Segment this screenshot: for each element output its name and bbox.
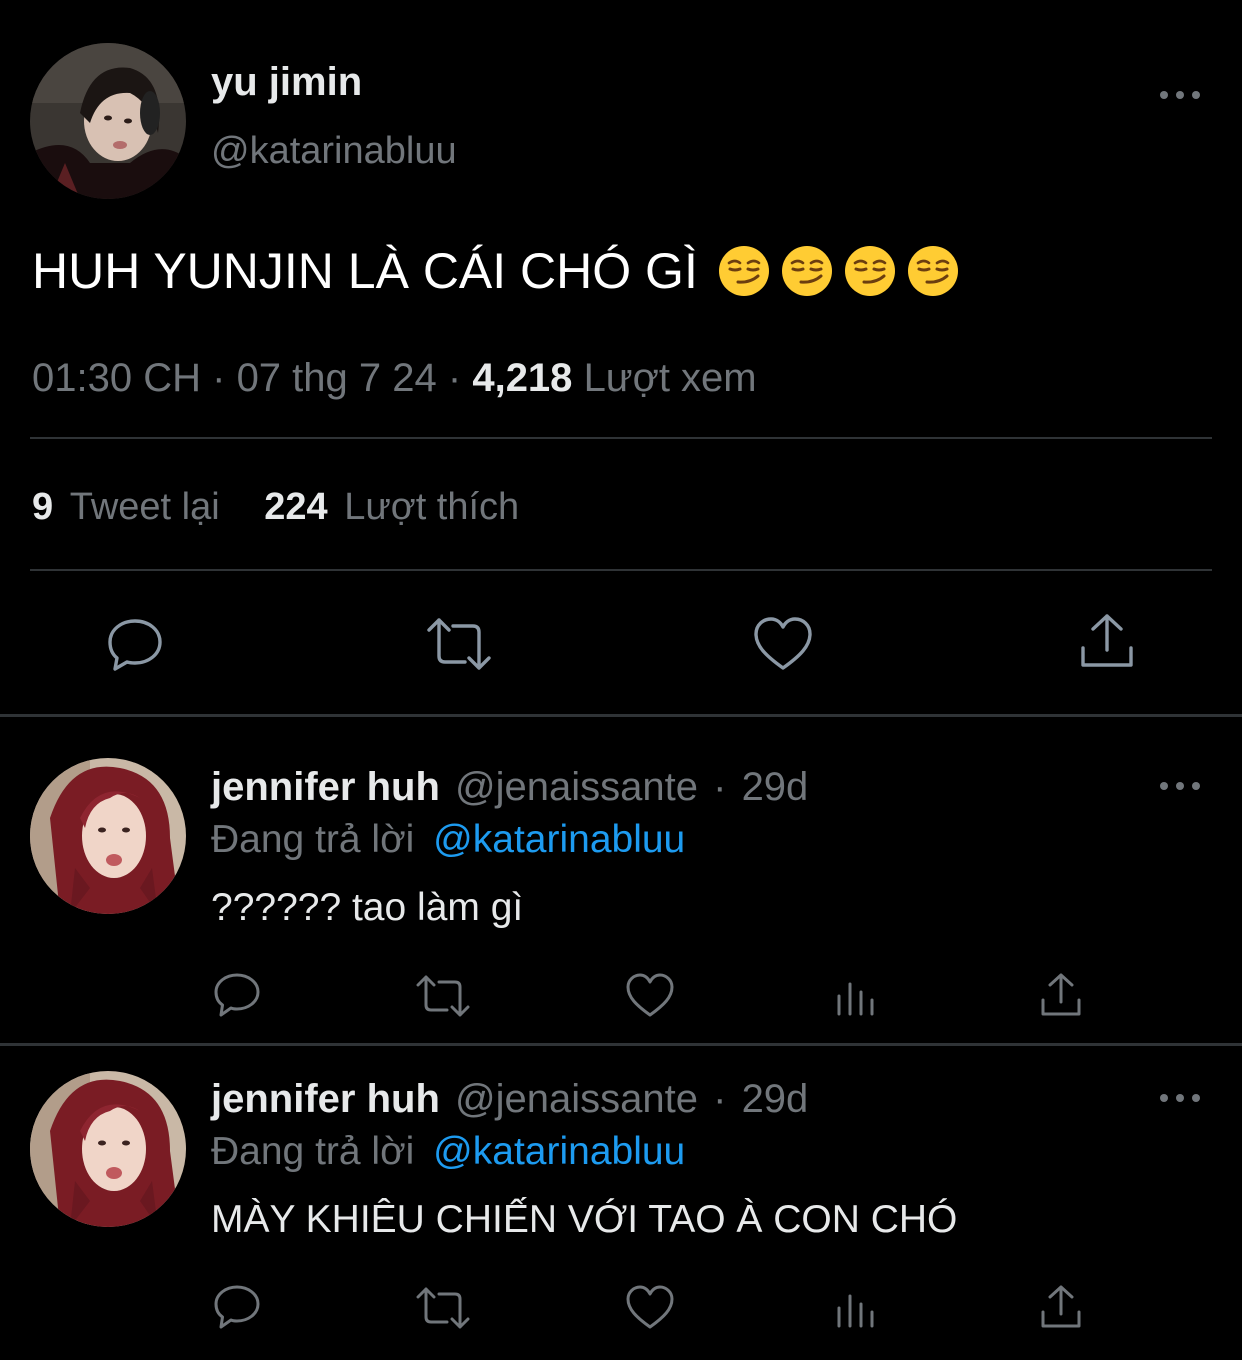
reply-icon[interactable] <box>105 614 165 674</box>
more-options-icon[interactable] <box>1160 85 1200 105</box>
mention-link[interactable]: @katarinabluu <box>433 818 685 861</box>
meta-separator: · <box>212 356 226 400</box>
views-label[interactable]: Lượt xem <box>584 356 757 400</box>
like-icon[interactable] <box>752 616 814 672</box>
like-icon[interactable] <box>625 1285 675 1331</box>
retweet-icon[interactable] <box>415 975 471 1017</box>
retweet-icon[interactable] <box>415 1287 471 1329</box>
reply-text: ?????? tao làm gì <box>211 886 524 929</box>
replying-label: Đang trả lời <box>211 1130 415 1173</box>
reply-icon[interactable] <box>213 972 261 1018</box>
reply-handle[interactable]: @jenaissante <box>455 1077 698 1121</box>
smirking-face-icon <box>844 245 896 297</box>
tweet-meta: 01:30 CH · 07 thg 7 24 · 4,218 Lượt xem <box>32 356 757 401</box>
replying-to: Đang trả lời @katarinabluu <box>211 818 685 862</box>
reply-display-name[interactable]: jennifer huh <box>211 765 440 809</box>
like-icon[interactable] <box>625 973 675 1019</box>
share-icon[interactable] <box>1039 972 1083 1018</box>
reply-avatar[interactable] <box>30 1071 186 1227</box>
retweet-icon[interactable] <box>425 616 493 672</box>
divider <box>0 714 1242 717</box>
tweet-time[interactable]: 01:30 CH <box>32 356 201 400</box>
reply-avatar[interactable] <box>30 758 186 914</box>
engagement-stats: 9 Tweet lại 224 Lượt thích <box>32 486 519 529</box>
likes-count[interactable]: 224 <box>264 486 327 528</box>
meta-separator: · <box>713 765 727 809</box>
reply-age[interactable]: 29d <box>742 1077 809 1121</box>
smirking-face-icon <box>781 245 833 297</box>
replying-label: Đang trả lời <box>211 818 415 861</box>
retweets-label[interactable]: Tweet lại <box>70 486 220 528</box>
reply-header: jennifer huh @jenaissante · 29d <box>211 1077 808 1122</box>
author-avatar[interactable] <box>30 43 186 199</box>
analytics-icon[interactable] <box>835 1288 877 1328</box>
tweet-text: HUH YUNJIN LÀ CÁI CHÓ GÌ <box>32 242 959 300</box>
share-icon[interactable] <box>1039 1284 1083 1330</box>
divider <box>30 437 1212 439</box>
author-display-name[interactable]: yu jimin <box>211 60 362 105</box>
share-icon[interactable] <box>1078 612 1136 670</box>
likes-label[interactable]: Lượt thích <box>344 486 519 528</box>
smirking-face-icon <box>907 245 959 297</box>
meta-separator: · <box>447 356 462 400</box>
reply-icon[interactable] <box>213 1284 261 1330</box>
divider <box>30 569 1212 571</box>
author-handle[interactable]: @katarinabluu <box>211 130 457 173</box>
tweet-body: HUH YUNJIN LÀ CÁI CHÓ GÌ <box>32 243 698 299</box>
meta-separator: · <box>713 1077 727 1121</box>
more-options-icon[interactable] <box>1160 776 1200 796</box>
reply-display-name[interactable]: jennifer huh <box>211 1077 440 1121</box>
reply-handle[interactable]: @jenaissante <box>455 765 698 809</box>
smirking-face-icon <box>718 245 770 297</box>
mention-link[interactable]: @katarinabluu <box>433 1130 685 1173</box>
tweet-date[interactable]: 07 thg 7 24 <box>237 356 437 400</box>
views-count[interactable]: 4,218 <box>472 356 572 400</box>
replying-to: Đang trả lời @katarinabluu <box>211 1130 685 1174</box>
reply-age[interactable]: 29d <box>742 765 809 809</box>
reply-text: MÀY KHIÊU CHIẾN VỚI TAO À CON CHÓ <box>211 1198 958 1241</box>
more-options-icon[interactable] <box>1160 1088 1200 1108</box>
divider <box>0 1043 1242 1046</box>
analytics-icon[interactable] <box>835 976 877 1016</box>
retweets-count[interactable]: 9 <box>32 486 53 528</box>
reply-header: jennifer huh @jenaissante · 29d <box>211 765 808 810</box>
